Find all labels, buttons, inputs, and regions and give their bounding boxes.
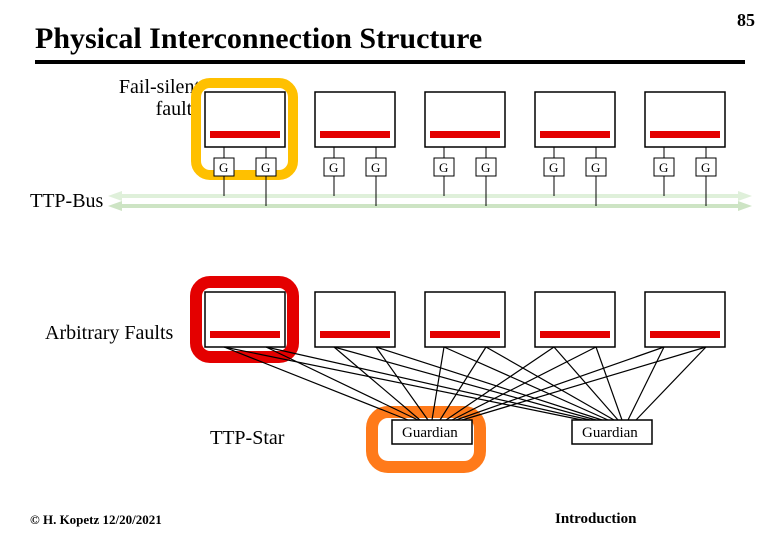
guardian-label: Guardian [402,425,458,441]
bottom-node [645,292,725,347]
guardian-box: Guardian [392,420,472,444]
g-label: G [371,160,380,175]
guardian-label: Guardian [582,425,638,441]
g-label: G [701,160,710,175]
bottom-nodes [205,292,725,347]
top-node: G G [645,92,725,206]
g-label: G [439,160,448,175]
g-label: G [659,160,668,175]
bottom-node [425,292,505,347]
top-node: G G [425,92,505,206]
bottom-node [315,292,395,347]
footer-section: Introduction [555,511,636,528]
g-label: G [329,160,338,175]
g-label: G [591,160,600,175]
top-node: G G [535,92,615,206]
top-node: G G [205,92,285,206]
bottom-node [205,292,285,347]
g-label: G [219,160,228,175]
bottom-node [535,292,615,347]
bus-lines [108,191,752,211]
g-label: G [261,160,270,175]
top-node: G G [315,92,395,206]
guardian-box: Guardian [572,420,652,444]
g-label: G [549,160,558,175]
top-nodes: G G G G G G [205,92,725,206]
diagram-svg: G G G G G G [0,0,780,540]
g-label: G [481,160,490,175]
footer-copyright: © H. Kopetz 12/20/2021 [30,512,162,528]
